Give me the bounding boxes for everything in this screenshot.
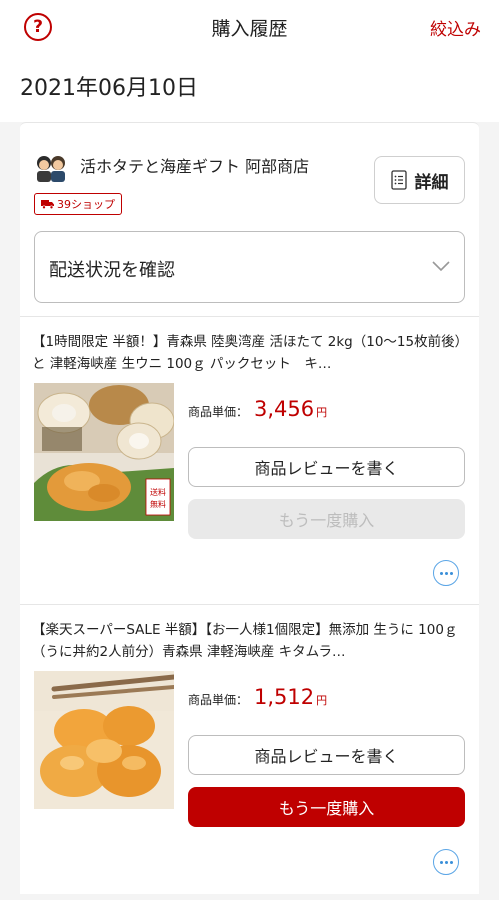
price-value: 1,512 — [254, 685, 315, 709]
shop-name[interactable]: 活ホタテと海産ギフト 阿部商店 — [80, 153, 309, 177]
price-unit: 円 — [316, 694, 328, 707]
price-unit: 円 — [316, 406, 328, 419]
more-options-icon[interactable] — [433, 849, 459, 875]
shop-badge-label: 39ショップ — [57, 198, 115, 211]
page-title: 購入履歴 — [211, 18, 288, 40]
item-thumbnail[interactable] — [34, 671, 174, 809]
write-review-button[interactable]: 商品レビューを書く — [188, 735, 465, 775]
uni-product-image — [34, 671, 174, 809]
chevron-down-icon — [432, 261, 450, 272]
shipping-status-label: 配送状況を確認 — [49, 260, 175, 281]
more-options-icon[interactable] — [433, 560, 459, 586]
svg-text:無料: 無料 — [150, 499, 166, 509]
shop-avatar-icon — [34, 153, 68, 183]
item-title[interactable]: 【1時間限定 半額！】青森県 陸奥湾産 活ほたて 2kg（10〜15枚前後）と … — [32, 331, 468, 375]
write-review-button[interactable]: 商品レビューを書く — [188, 447, 465, 487]
svg-text:送料: 送料 — [150, 487, 166, 497]
buy-again-button: もう一度購入 — [188, 499, 465, 539]
price-label: 商品単価： — [188, 405, 249, 419]
document-icon — [390, 170, 407, 190]
truck-icon — [41, 200, 54, 209]
order-date-section: 2021年06月10日 — [0, 56, 499, 122]
shipping-status-select[interactable]: 配送状況を確認 — [34, 231, 465, 303]
price-value: 3,456 — [254, 397, 315, 421]
order-item: 【1時間限定 半額！】青森県 陸奥湾産 活ほたて 2kg（10〜15枚前後）と … — [20, 316, 479, 604]
filter-button[interactable]: 絞込み — [430, 15, 481, 40]
item-price: 商品単価： 1,512 円 — [188, 685, 327, 709]
order-item: 【楽天スーパーSALE 半額】【お一人様1個限定】無添加 生うに 100ｇ（うに… — [20, 604, 479, 894]
buy-again-button[interactable]: もう一度購入 — [188, 787, 465, 827]
shop-card: 活ホタテと海産ギフト 阿部商店 39ショップ 詳細 配送状況を確認 — [20, 122, 479, 316]
item-title[interactable]: 【楽天スーパーSALE 半額】【お一人様1個限定】無添加 生うに 100ｇ（うに… — [32, 619, 468, 663]
detail-button-label: 詳細 — [414, 172, 449, 193]
price-label: 商品単価： — [188, 693, 249, 707]
order-date: 2021年06月10日 — [20, 76, 198, 101]
item-thumbnail[interactable]: 送料 無料 — [34, 383, 174, 521]
detail-button[interactable]: 詳細 — [374, 156, 465, 204]
app-header: ? 購入履歴 絞込み — [0, 0, 499, 56]
item-price: 商品単価： 3,456 円 — [188, 397, 327, 421]
shop-badge: 39ショップ — [34, 193, 122, 215]
scallop-product-image: 送料 無料 — [34, 383, 174, 521]
